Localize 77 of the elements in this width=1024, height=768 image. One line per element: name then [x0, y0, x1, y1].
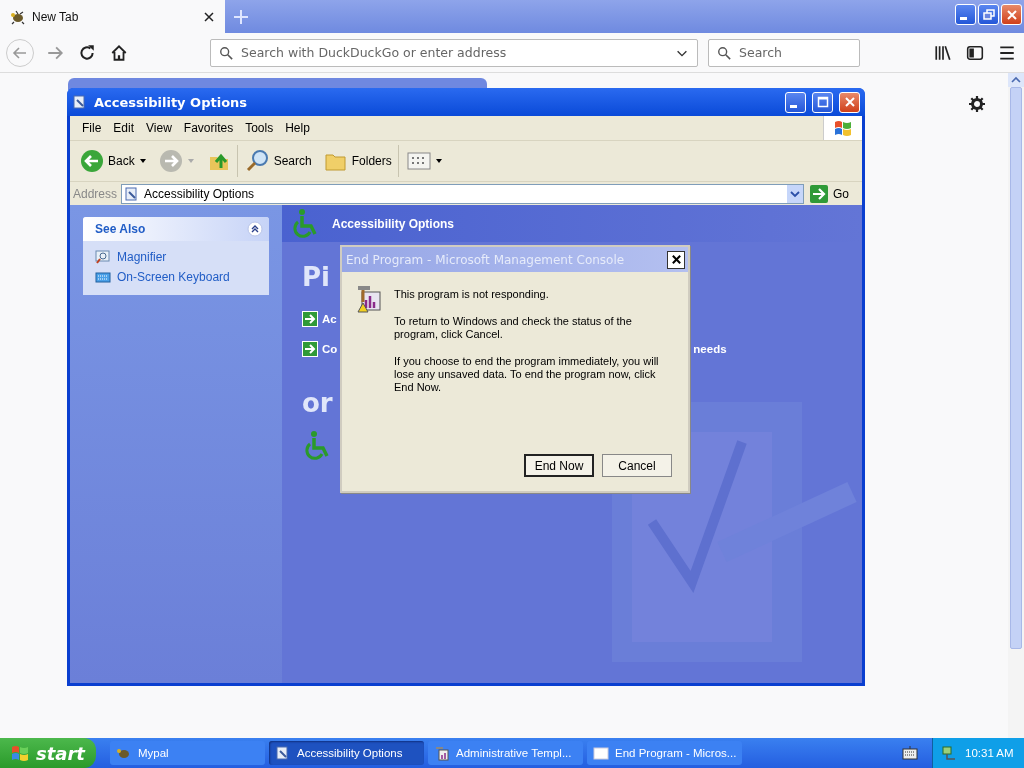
close-icon — [843, 96, 856, 108]
search-icon — [219, 45, 233, 60]
menu-item[interactable]: Tools — [239, 121, 280, 135]
dialog-button[interactable]: Cancel — [602, 454, 672, 477]
go-button[interactable]: Go — [808, 184, 859, 203]
close-icon[interactable] — [203, 10, 215, 23]
restore-button[interactable] — [978, 4, 999, 25]
menu-item[interactable]: File — [76, 121, 108, 135]
dialog-message: This program is not responding. — [394, 288, 550, 301]
dialog-message: If you choose to end the program immediately, you will lose any unsaved data. To end the program now, click End Now. — [394, 355, 660, 394]
taskbar-button[interactable]: Mypal — [110, 741, 265, 765]
grid-view-icon — [406, 149, 431, 173]
see-also-link[interactable]: Magnifier — [95, 249, 257, 265]
window-icon — [593, 745, 609, 761]
minimize-button[interactable] — [955, 4, 976, 25]
arrow-icon — [302, 341, 318, 357]
folders-button[interactable]: Folders — [319, 145, 399, 177]
close-icon — [1005, 8, 1018, 21]
browser-tab[interactable]: New Tab — [0, 0, 225, 33]
window-title: Accessibility Options — [94, 94, 248, 110]
restore-icon — [982, 8, 995, 21]
taskbar-button[interactable]: End Program - Micros... — [587, 741, 742, 765]
minimize-icon — [960, 17, 967, 20]
scroll-up-icon[interactable] — [1008, 73, 1024, 87]
task-link[interactable]: needs — [693, 343, 727, 355]
back-button[interactable]: Back — [76, 145, 151, 177]
search-field[interactable]: Search — [708, 38, 860, 67]
dialog-button[interactable]: End Now — [524, 454, 594, 477]
close-button[interactable] — [667, 250, 685, 269]
address-label: Address — [73, 186, 118, 201]
search-icon — [245, 149, 270, 173]
minimize-button[interactable] — [785, 91, 806, 113]
keyboard-icon[interactable] — [902, 745, 918, 761]
bug-icon — [10, 8, 26, 25]
go-arrow-icon — [810, 184, 828, 203]
arrow-icon — [302, 311, 318, 327]
dropdown-button[interactable] — [787, 184, 803, 203]
control-panel-icon — [275, 745, 291, 761]
caret-icon — [186, 157, 195, 165]
menu-item[interactable]: Favorites — [177, 121, 240, 135]
search-button[interactable]: Search — [241, 145, 316, 177]
minimize-icon — [790, 104, 797, 108]
search-icon — [717, 45, 731, 60]
windows-logo-icon — [10, 743, 30, 763]
chart-tool-icon — [434, 745, 450, 761]
scrollbar-thumb[interactable] — [1010, 87, 1022, 649]
control-panel-icon — [72, 94, 88, 110]
collapse-icon[interactable] — [247, 221, 263, 237]
caret-icon — [434, 157, 443, 165]
heading: Pi — [302, 262, 331, 292]
address-field[interactable]: Search with DuckDuckGo or enter address — [210, 38, 698, 67]
taskbar-button[interactable]: Administrative Templ... — [428, 741, 583, 765]
dialog-title: End Program - Microsoft Management Console — [346, 252, 626, 267]
keyboard-icon — [95, 269, 111, 285]
pane-title: Accessibility Options — [332, 216, 455, 231]
caret-icon — [138, 157, 147, 165]
magnifier-icon — [95, 249, 111, 265]
taskbar-button[interactable]: Accessibility Options — [269, 741, 424, 765]
settings-icon[interactable] — [969, 96, 985, 112]
maximize-button[interactable] — [812, 91, 833, 113]
address-field[interactable]: Accessibility Options — [121, 183, 804, 204]
network-icon[interactable] — [941, 745, 957, 761]
menu-item[interactable]: View — [140, 121, 178, 135]
maximize-icon — [816, 96, 829, 108]
heading: or — [302, 388, 334, 418]
close-icon — [670, 254, 682, 265]
panel-title: See Also — [95, 222, 146, 236]
back-arrow-icon — [12, 44, 28, 61]
task-link[interactable]: Co — [322, 343, 338, 355]
see-also-link[interactable]: On-Screen Keyboard — [95, 269, 257, 285]
windows-logo-icon — [833, 118, 853, 138]
menu-item[interactable]: Edit — [107, 121, 141, 135]
task-link[interactable]: Ac — [322, 313, 337, 325]
menu-item[interactable]: Help — [279, 121, 316, 135]
dialog-message: To return to Windows and check the status of the program, click Cancel. — [394, 315, 633, 341]
scrollbar[interactable] — [1008, 73, 1024, 738]
clock: 10:31 AM — [965, 747, 1014, 759]
